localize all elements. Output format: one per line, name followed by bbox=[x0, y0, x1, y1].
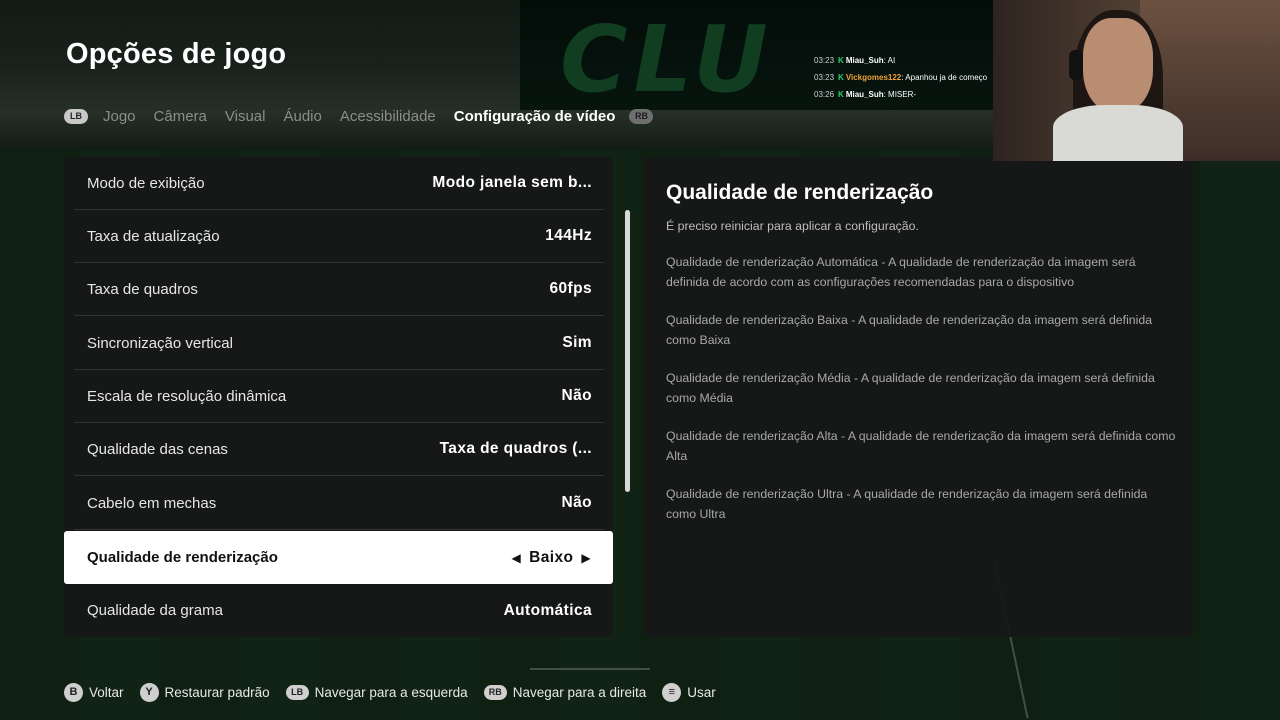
setting-label: Cabelo em mechas bbox=[87, 494, 217, 512]
setting-label: Qualidade da grama bbox=[87, 602, 223, 619]
arrow-left-icon[interactable]: ◀ bbox=[512, 551, 522, 565]
hint-restaurar-padrao[interactable]: Y Restaurar padrão bbox=[139, 682, 270, 702]
info-description-media: Qualidade de renderização Média - A qual… bbox=[666, 371, 1155, 405]
chat-user: Miau_Suh bbox=[845, 90, 884, 99]
setting-value: Modo janela sem b... bbox=[432, 174, 592, 191]
button-hints: B Voltar Y Restaurar padrão LB Navegar p… bbox=[64, 682, 732, 702]
setting-row-escala-de-resolucao-dinamica[interactable]: Escala de resolução dinâmica Não bbox=[74, 370, 604, 423]
tab-audio[interactable]: Áudio bbox=[283, 108, 321, 125]
setting-value: Taxa de quadros (... bbox=[439, 440, 592, 457]
tab-visual[interactable]: Visual bbox=[225, 108, 266, 125]
settings-list: Modo de exibição Modo janela sem b... Ta… bbox=[64, 157, 613, 637]
webcam-person-shirt bbox=[1053, 105, 1183, 161]
arrow-right-icon[interactable]: ▶ bbox=[581, 551, 591, 565]
webcam-overlay bbox=[993, 0, 1280, 161]
hint-usar[interactable]: ≡ Usar bbox=[662, 682, 716, 702]
setting-value-selector[interactable]: ◀ Baixo ▶ bbox=[512, 549, 592, 567]
setting-row-modo-de-exibicao[interactable]: Modo de exibição Modo janela sem b... bbox=[74, 157, 604, 210]
chat-time: 03:23 bbox=[814, 56, 835, 65]
info-panel: Qualidade de renderização É preciso rein… bbox=[644, 157, 1193, 637]
kick-badge-icon: K bbox=[838, 73, 844, 82]
stream-chat: 03:23 K Miau_Suh: AI 03:23 K Vickgomes122: A… bbox=[814, 52, 1004, 103]
chat-time: 03:26 bbox=[814, 90, 835, 99]
rb-bumper-icon[interactable]: RB bbox=[629, 108, 654, 124]
info-description-baixa: Qualidade de renderização Baixa - A qual… bbox=[666, 313, 1153, 347]
hint-voltar[interactable]: B Voltar bbox=[64, 682, 124, 702]
tab-camera[interactable]: Câmera bbox=[154, 108, 207, 125]
setting-value: Não bbox=[561, 387, 592, 404]
chat-user: Miau_Suh bbox=[845, 56, 884, 65]
setting-value: Baixo bbox=[529, 548, 574, 566]
chat-time: 03:23 bbox=[814, 73, 835, 82]
chat-message: 03:23 K Vickgomes122: Apanhou ja de começo bbox=[814, 73, 988, 82]
kick-badge-icon: K bbox=[838, 56, 844, 65]
setting-row-qualidade-de-renderizacao[interactable]: Qualidade de renderização ◀ Baixo ▶ bbox=[64, 531, 613, 584]
page-title: Opções de jogo bbox=[66, 38, 287, 70]
rb-button-icon: RB bbox=[483, 684, 507, 700]
hint-navegar-esquerda[interactable]: LB Navegar para a esquerda bbox=[285, 684, 468, 700]
setting-label: Qualidade de renderização bbox=[87, 549, 278, 566]
headset-icon bbox=[1069, 50, 1083, 80]
setting-label: Sincronização vertical bbox=[87, 334, 233, 352]
lb-bumper-icon[interactable]: LB bbox=[64, 108, 88, 124]
tab-bar: LB Jogo Câmera Visual Áudio Acessibilida… bbox=[64, 105, 654, 127]
chat-message: 03:26 K Miau_Suh: MISER- bbox=[814, 90, 917, 99]
hint-label: Navegar para a direita bbox=[512, 684, 647, 700]
hint-label: Restaurar padrão bbox=[164, 684, 270, 700]
tab-jogo[interactable]: Jogo bbox=[103, 108, 136, 125]
setting-row-qualidade-das-cenas[interactable]: Qualidade das cenas Taxa de quadros (... bbox=[74, 423, 604, 476]
y-button-icon: Y bbox=[139, 682, 159, 702]
menu-button-icon: ≡ bbox=[662, 682, 682, 702]
hint-label: Navegar para a esquerda bbox=[314, 684, 468, 700]
setting-label: Taxa de atualização bbox=[87, 227, 220, 245]
settings-scrollbar[interactable] bbox=[625, 210, 630, 492]
setting-label: Qualidade das cenas bbox=[87, 440, 228, 458]
setting-row-sincronizacao-vertical[interactable]: Sincronização vertical Sim bbox=[74, 317, 604, 370]
setting-row-taxa-de-quadros[interactable]: Taxa de quadros 60fps bbox=[74, 263, 604, 316]
setting-value: Sim bbox=[562, 334, 592, 351]
setting-row-taxa-de-atualizacao[interactable]: Taxa de atualização 144Hz bbox=[74, 210, 604, 263]
hint-label: Usar bbox=[687, 684, 716, 700]
setting-row-cabelo-em-mechas[interactable]: Cabelo em mechas Não bbox=[74, 477, 604, 530]
setting-value: 144Hz bbox=[545, 227, 592, 244]
info-title: Qualidade de renderização bbox=[666, 181, 934, 204]
setting-value: Automática bbox=[503, 601, 592, 619]
hint-navegar-direita[interactable]: RB Navegar para a direita bbox=[483, 684, 647, 700]
info-note: É preciso reiniciar para aplicar a confi… bbox=[666, 219, 919, 233]
setting-value: Não bbox=[561, 494, 592, 511]
chat-user: Vickgomes122 bbox=[845, 73, 902, 82]
hint-label: Voltar bbox=[89, 684, 124, 700]
setting-label: Modo de exibição bbox=[87, 174, 205, 192]
lb-button-icon: LB bbox=[285, 684, 309, 700]
info-description-alta: Qualidade de renderização Alta - A quali… bbox=[666, 429, 1176, 463]
webcam-person-face bbox=[1083, 18, 1153, 113]
info-description-ultra: Qualidade de renderização Ultra - A qual… bbox=[666, 487, 1148, 521]
setting-value: 60fps bbox=[549, 280, 592, 297]
b-button-icon: B bbox=[64, 682, 83, 702]
info-description-automatica: Qualidade de renderização Automática - A… bbox=[666, 255, 1136, 289]
setting-label: Taxa de quadros bbox=[87, 280, 198, 298]
kick-badge-icon: K bbox=[838, 90, 844, 99]
chat-text: AI bbox=[887, 56, 896, 65]
setting-row-qualidade-da-grama[interactable]: Qualidade da grama Automática bbox=[74, 584, 604, 637]
chat-message: 03:23 K Miau_Suh: AI bbox=[814, 56, 896, 65]
chat-text: MISER- bbox=[888, 90, 917, 99]
setting-label: Escala de resolução dinâmica bbox=[87, 387, 287, 405]
chat-text: Apanhou ja de começo bbox=[905, 73, 988, 82]
tab-acessibilidade[interactable]: Acessibilidade bbox=[340, 108, 436, 125]
tab-configuracao-de-video[interactable]: Configuração de vídeo bbox=[454, 108, 616, 125]
